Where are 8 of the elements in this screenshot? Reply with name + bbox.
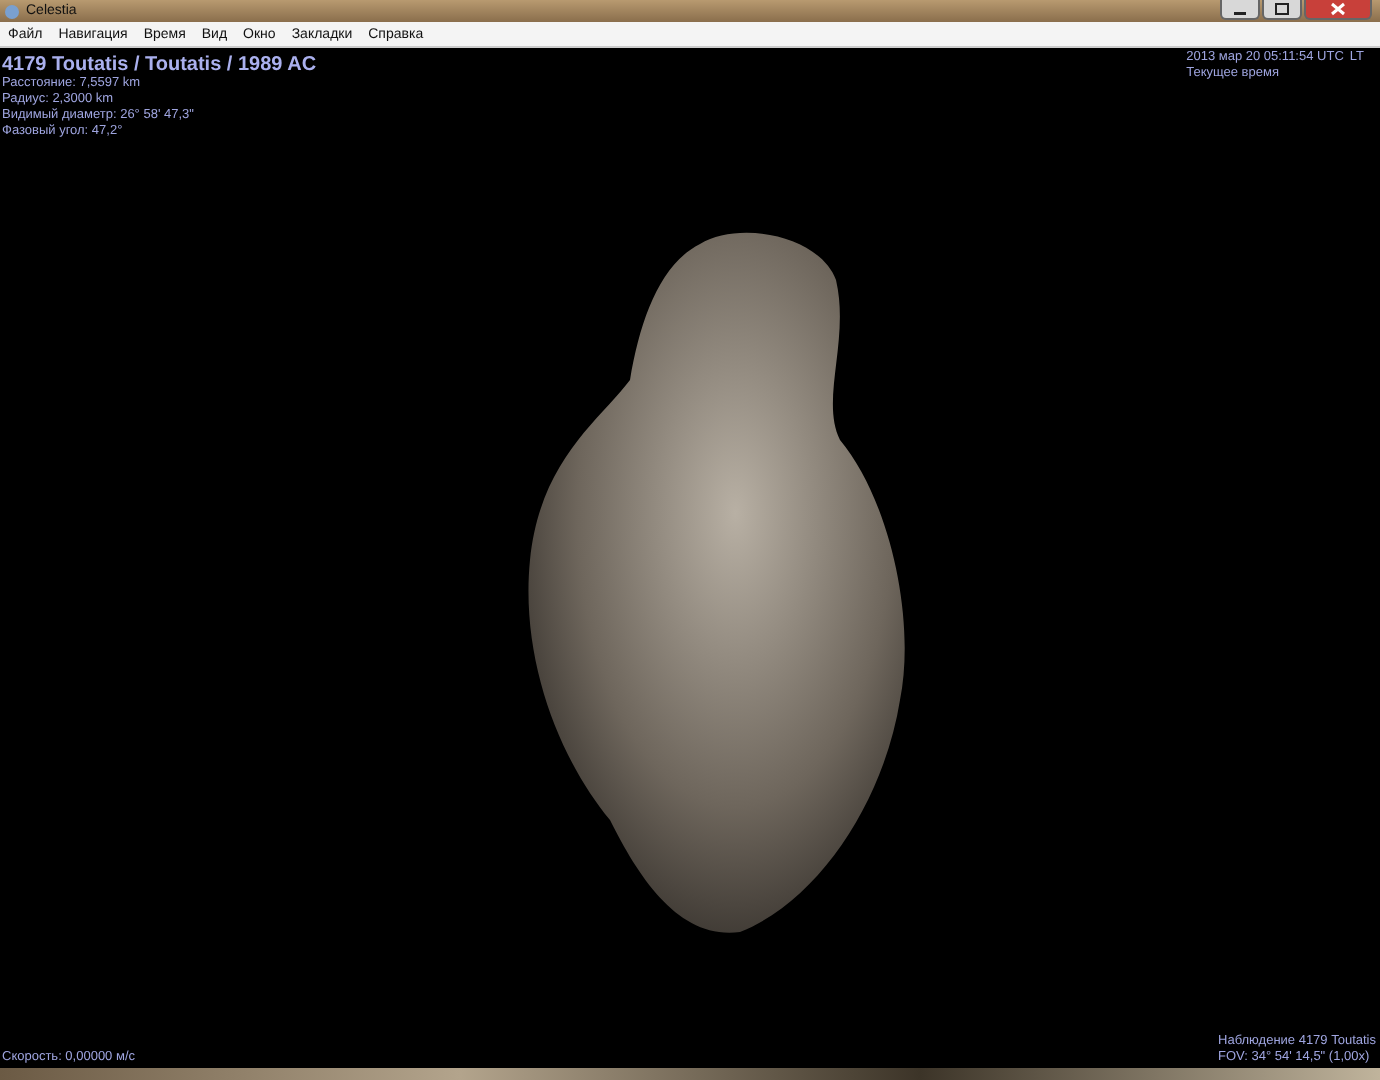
maximize-icon (1274, 2, 1290, 16)
app-icon (4, 3, 20, 19)
maximize-button[interactable] (1262, 0, 1302, 20)
object-name: 4179 Toutatis / Toutatis / 1989 AC (2, 54, 317, 76)
minimize-button[interactable] (1220, 0, 1260, 20)
space-view[interactable] (0, 48, 1380, 1068)
close-button[interactable] (1304, 0, 1372, 20)
close-icon (1330, 2, 1346, 16)
